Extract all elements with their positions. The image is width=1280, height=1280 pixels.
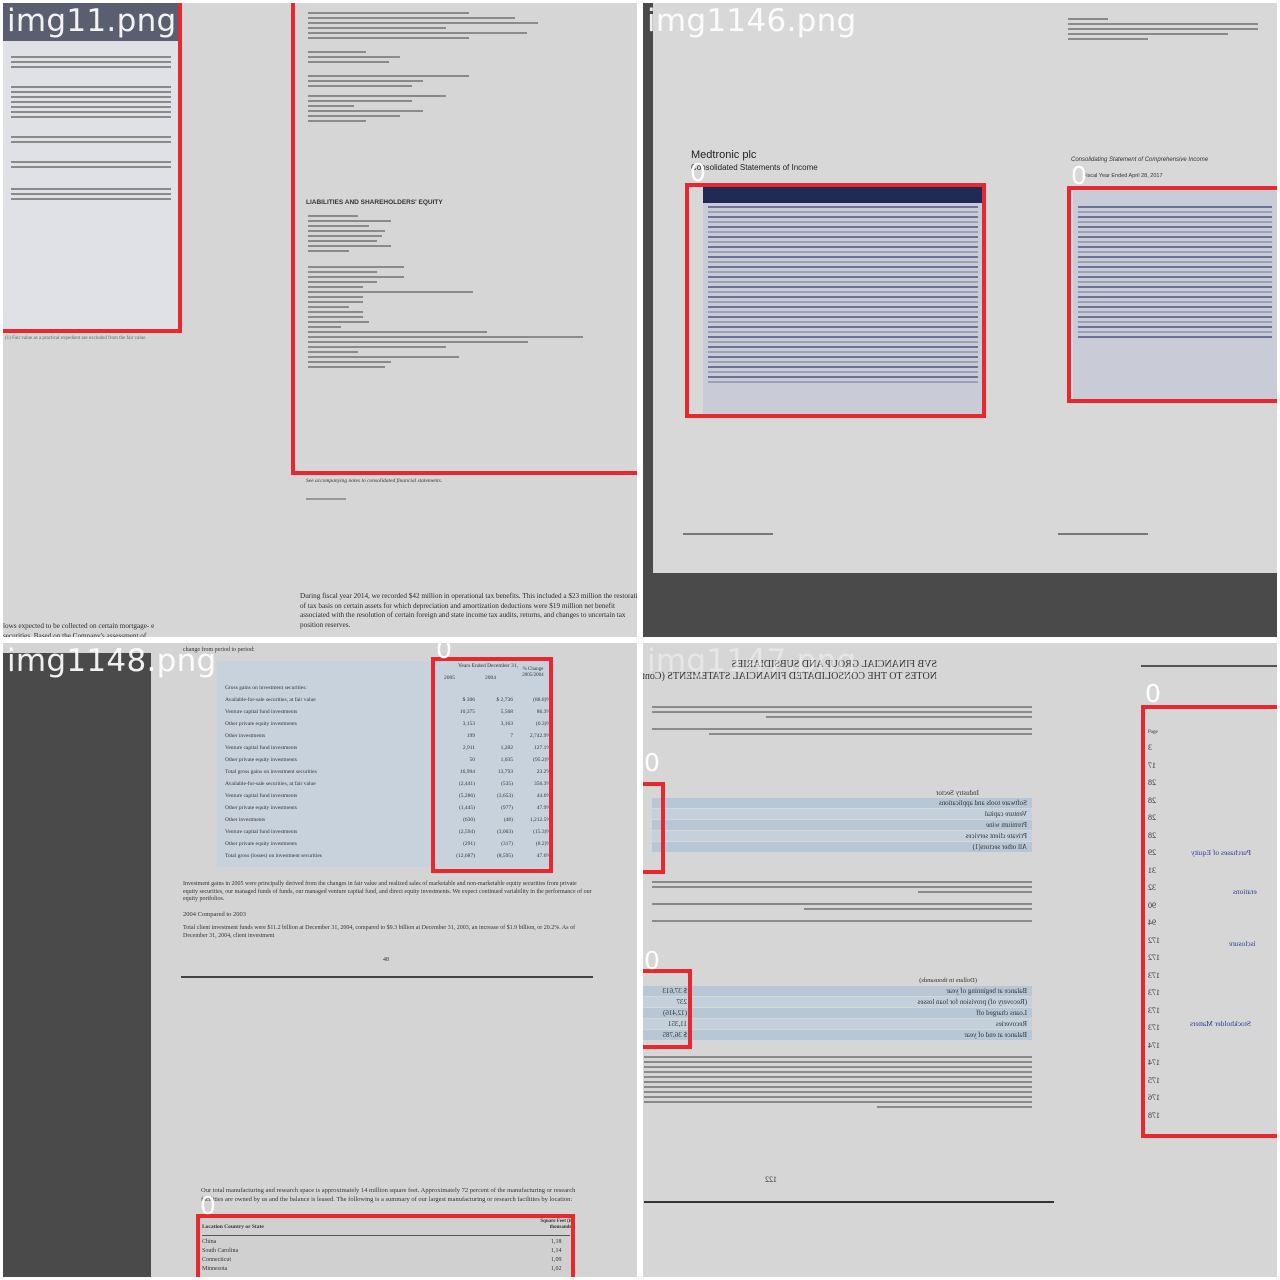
detection-box xyxy=(196,1214,575,1277)
tile-img1146: img1146.png Medtronic plc Consolidated S… xyxy=(643,3,1277,637)
page-number: 48 xyxy=(383,957,389,963)
detection-box xyxy=(3,3,182,333)
box-label: 0 xyxy=(690,158,706,187)
box-label: 0 xyxy=(1071,161,1087,190)
right-title: Consolidating Statement of Comprehensive… xyxy=(1071,157,1209,163)
industry-label: Software tools and applications xyxy=(938,799,1027,807)
box-label: 0 xyxy=(1145,679,1161,708)
paragraph-gains: Investment gains in 2005 were principall… xyxy=(183,881,592,902)
detection-box xyxy=(643,782,665,874)
industry-row-bg xyxy=(652,809,1032,819)
industry-label: Venture capital xyxy=(984,810,1027,818)
tile-img11: img11.png (1) Fair value as a practical … xyxy=(3,3,637,637)
tile-filename: img1147.png xyxy=(647,643,857,679)
box-label: 0 xyxy=(644,946,660,975)
detection-box xyxy=(291,3,637,475)
tile-img1148: img1148.png change from period to period… xyxy=(3,643,637,1277)
accompanying-notes: See accompanying notes to consolidated f… xyxy=(306,478,443,484)
allowance-label: (Recovery of) provision for loan losses xyxy=(917,998,1027,1006)
facilities-paragraph: Our total manufacturing and research spa… xyxy=(201,1187,576,1203)
industry-label: Premium wine xyxy=(985,821,1027,829)
detection-box xyxy=(685,183,986,418)
row-label: Other private equity investments xyxy=(225,805,297,811)
row-label: Available-for-sale securities, at fair v… xyxy=(225,697,316,703)
detection-box xyxy=(431,657,553,873)
industry-row-bg xyxy=(652,820,1032,830)
tile-filename: img1148.png xyxy=(7,643,217,679)
row-label: Total gross gains on investment securiti… xyxy=(225,769,317,775)
right-subtitle: Fiscal Year Ended April 28, 2017 xyxy=(1083,173,1163,179)
industry-label: All other sectors(1) xyxy=(972,843,1027,851)
box-label: 0 xyxy=(436,643,452,664)
row-label: Other private equity investments xyxy=(225,757,297,763)
industry-label: Private client services xyxy=(965,832,1027,840)
statement-title: Consolidated Statements of Income xyxy=(691,163,818,172)
row-label: Total gross (losses) on investment secur… xyxy=(225,853,322,859)
row-label: Other investments xyxy=(225,817,266,823)
page-number: 122 xyxy=(765,1175,777,1184)
row-label: Venture capital fund investments xyxy=(225,709,298,715)
row-label: Venture capital fund investments xyxy=(225,793,298,799)
row-label: Other private equity investments xyxy=(225,721,297,727)
industry-header: Industry Sector xyxy=(936,789,979,797)
paragraph-funds: Total client investment funds were $11.2… xyxy=(183,925,576,939)
detection-box xyxy=(643,969,692,1049)
sub-heading: 2004 Compared to 2003 xyxy=(183,911,247,918)
tile-filename: img11.png xyxy=(7,3,177,39)
row-label: Venture capital fund investments xyxy=(225,745,298,751)
box-label: 0 xyxy=(200,1191,216,1220)
row-label: Gross gains on investment securities: xyxy=(225,685,307,691)
box-label: 0 xyxy=(644,748,660,777)
tax-paragraph: During fiscal year 2014, we recorded $42… xyxy=(300,592,637,629)
allowance-header: (Dollars in thousands) xyxy=(919,977,977,984)
row-label: Other investments xyxy=(225,733,266,739)
allowance-label: Recoveries xyxy=(995,1020,1027,1028)
allowance-label: Balance at beginning of year xyxy=(946,987,1027,995)
row-label: Available-for-sale securities, at fair v… xyxy=(225,781,316,787)
allowance-label: Loans charged off xyxy=(976,1009,1027,1017)
row-label: Other private equity investments xyxy=(225,841,297,847)
allowance-row-bg xyxy=(643,1008,1032,1018)
tile-img1147: SVB FINANCIAL GROUP AND SUBSIDIARIES NOT… xyxy=(643,643,1277,1277)
row-label: Venture capital fund investments xyxy=(225,829,298,835)
detection-box xyxy=(1067,186,1277,403)
allowance-label: Balance at end of year xyxy=(964,1031,1027,1039)
detection-box xyxy=(1141,705,1277,1138)
tile-filename: img1146.png xyxy=(647,3,857,39)
allowance-row-bg xyxy=(643,1019,1032,1029)
left-note: lows expected to be collected on certain… xyxy=(3,622,155,637)
